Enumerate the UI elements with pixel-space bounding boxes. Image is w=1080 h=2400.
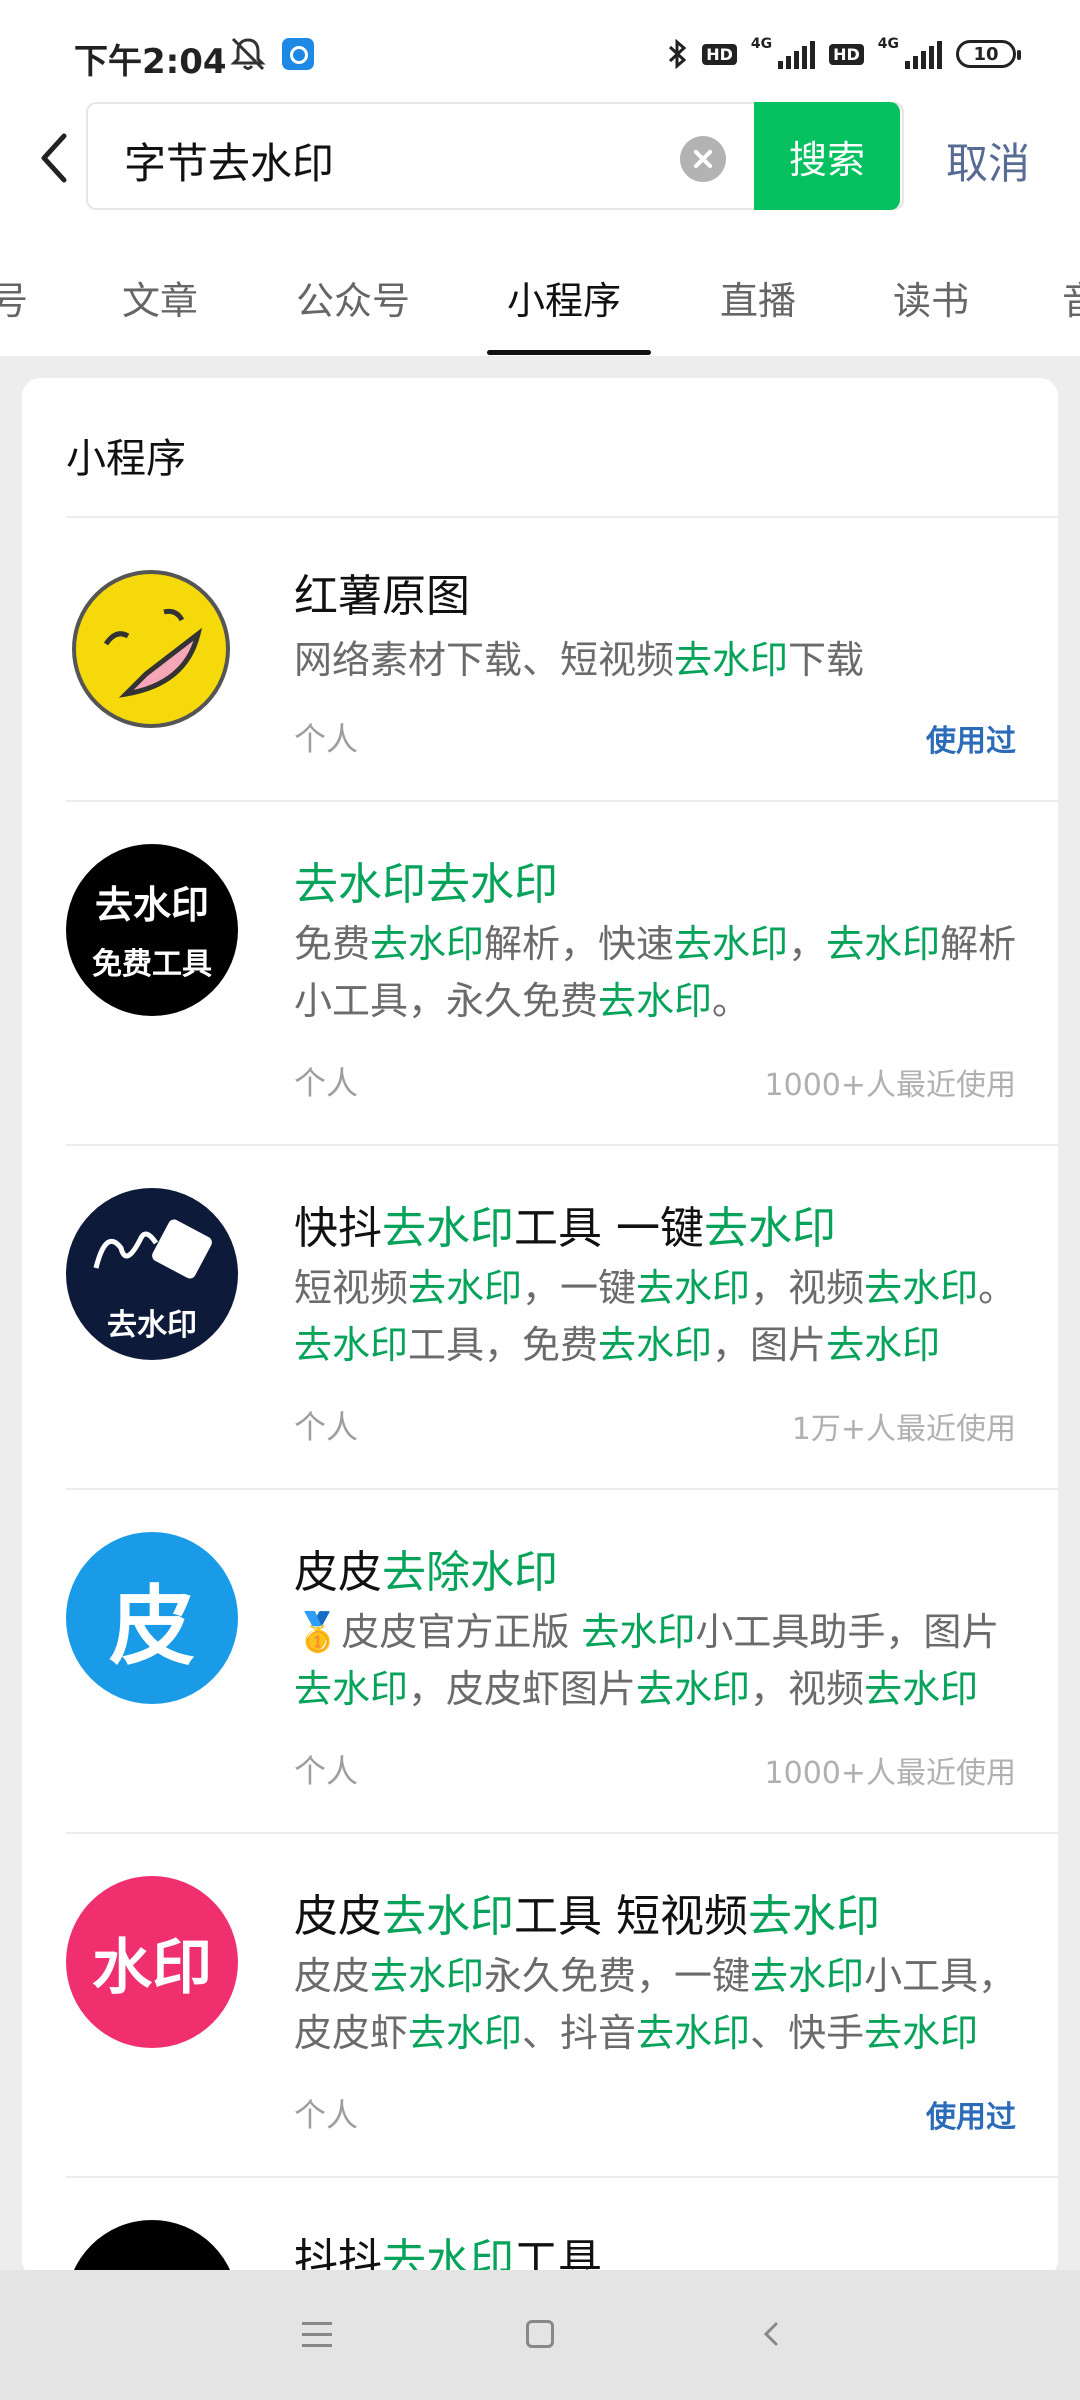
hongshu-avatar bbox=[72, 570, 230, 728]
item-usage: 1000+人最近使用 bbox=[764, 1756, 1016, 1791]
item-description: 皮皮去水印永久免费，一键去水印小工具，皮皮虾去水印、抖音去水印、快手去水印 bbox=[294, 1954, 1017, 2055]
item-usage: 1000+人最近使用 bbox=[764, 1068, 1016, 1103]
pipi-tool-avatar: 水印 bbox=[66, 1876, 238, 2048]
item-title: 红薯原图 bbox=[294, 571, 470, 622]
status-bar: 下午2:04 HD 4G HD 4G 10 bbox=[0, 0, 1080, 100]
search-query-text: 字节去水印 bbox=[124, 139, 335, 188]
item-description: 网络素材下载、短视频去水印下载 bbox=[294, 638, 865, 682]
result-item[interactable]: 抖抖去水印工具 bbox=[66, 2176, 1058, 2278]
search-button[interactable]: 搜索 bbox=[754, 102, 900, 210]
item-title: 去水印去水印 bbox=[294, 859, 558, 910]
category-tabs: 号 文章 公众号 小程序 直播 读书 音 bbox=[0, 252, 1080, 356]
cancel-button[interactable]: 取消 bbox=[946, 130, 1030, 191]
pipi-avatar: 皮 bbox=[66, 1532, 238, 1704]
result-item[interactable]: 去水印 快抖去水印工具 一键去水印 短视频去水印，一键去水印，视频去水印。去水印… bbox=[66, 1144, 1058, 1490]
result-item[interactable]: 水印 皮皮去水印工具 短视频去水印 皮皮去水印永久免费，一键去水印小工具，皮皮虾… bbox=[66, 1832, 1058, 2178]
bluetooth-icon bbox=[669, 38, 687, 70]
status-right: HD 4G HD 4G 10 bbox=[666, 36, 1021, 72]
avatar-text-line2: 免费工具 bbox=[92, 947, 212, 982]
clear-search-icon[interactable] bbox=[680, 136, 726, 182]
system-navigation-bar bbox=[0, 2270, 1080, 2400]
back-arrow-icon[interactable] bbox=[30, 128, 80, 188]
active-tab-indicator bbox=[487, 350, 651, 355]
battery-icon: 10 bbox=[956, 40, 1021, 68]
item-description: 🥇皮皮官方正版 去水印小工具助手，图片去水印，皮皮虾图片去水印，视频去水印 bbox=[294, 1610, 1000, 1711]
tab-mini-programs[interactable]: 小程序 bbox=[507, 270, 621, 325]
result-item[interactable]: 红薯原图 网络素材下载、短视频去水印下载 个人 使用过 bbox=[66, 516, 1058, 802]
recent-apps-icon[interactable] bbox=[302, 2322, 332, 2348]
tab-account[interactable]: 号 bbox=[0, 270, 28, 325]
item-title: 快抖去水印工具 一键去水印 bbox=[294, 1203, 836, 1254]
network-type-1: 4G bbox=[750, 36, 773, 52]
tab-articles[interactable]: 文章 bbox=[122, 270, 198, 325]
avatar-text-line1: 去水印 bbox=[94, 882, 209, 927]
item-description: 免费去水印解析，快速去水印，去水印解析小工具，永久免费去水印。 bbox=[294, 922, 1017, 1023]
watermark-free-tool-avatar: 去水印 免费工具 bbox=[66, 844, 238, 1016]
item-owner: 个人 bbox=[294, 1064, 359, 1102]
item-owner: 个人 bbox=[294, 1408, 359, 1446]
top-header: 下午2:04 HD 4G HD 4G 10 字节去水印 搜索 取消 号 文章 公… bbox=[0, 0, 1080, 356]
item-usage: 使用过 bbox=[926, 724, 1016, 759]
result-item[interactable]: 去水印 免费工具 去水印去水印 免费去水印解析，快速去水印，去水印解析小工具，永… bbox=[66, 800, 1058, 1146]
tab-music[interactable]: 音 bbox=[1062, 270, 1080, 325]
mute-bell-icon bbox=[230, 37, 266, 71]
tab-live[interactable]: 直播 bbox=[720, 270, 796, 325]
item-title: 皮皮去水印工具 短视频去水印 bbox=[294, 1891, 880, 1942]
avatar-text: 去水印 bbox=[107, 1308, 197, 1343]
tab-official-accounts[interactable]: 公众号 bbox=[296, 270, 410, 325]
kuaidou-avatar: 去水印 bbox=[66, 1188, 238, 1360]
search-input[interactable]: 字节去水印 搜索 bbox=[86, 102, 904, 210]
home-icon[interactable] bbox=[526, 2320, 554, 2348]
item-description: 短视频去水印，一键去水印，视频去水印。去水印工具，免费去水印，图片去水印 bbox=[294, 1266, 1017, 1367]
item-title: 皮皮去除水印 bbox=[294, 1547, 558, 1598]
mini-program-results-card: 小程序 红薯原图 网络素材下载、短视频去水印下载 个人 使用过 去水印 免费工具… bbox=[22, 378, 1058, 2278]
item-owner: 个人 bbox=[294, 1752, 359, 1790]
status-time: 下午2:04 bbox=[74, 42, 227, 82]
battery-level: 10 bbox=[973, 43, 999, 65]
nav-back-icon[interactable] bbox=[758, 2320, 786, 2348]
item-owner: 个人 bbox=[294, 2096, 359, 2134]
section-title: 小程序 bbox=[66, 436, 186, 482]
result-item[interactable]: 皮 皮皮去除水印 🥇皮皮官方正版 去水印小工具助手，图片去水印，皮皮虾图片去水印… bbox=[66, 1488, 1058, 1834]
network-type-2: 4G bbox=[877, 36, 899, 52]
signal-icon-2 bbox=[905, 39, 942, 69]
item-usage: 1万+人最近使用 bbox=[791, 1412, 1016, 1447]
app-notification-icon bbox=[282, 38, 314, 70]
avatar-text: 水印 bbox=[92, 1932, 212, 2003]
tab-books[interactable]: 读书 bbox=[893, 270, 969, 325]
hd-badge-1: HD bbox=[702, 43, 737, 65]
item-usage: 使用过 bbox=[926, 2100, 1016, 2135]
avatar-text: 皮 bbox=[109, 1576, 195, 1677]
item-owner: 个人 bbox=[294, 720, 359, 758]
signal-icon-1 bbox=[778, 39, 816, 69]
hd-badge-2: HD bbox=[829, 43, 864, 65]
